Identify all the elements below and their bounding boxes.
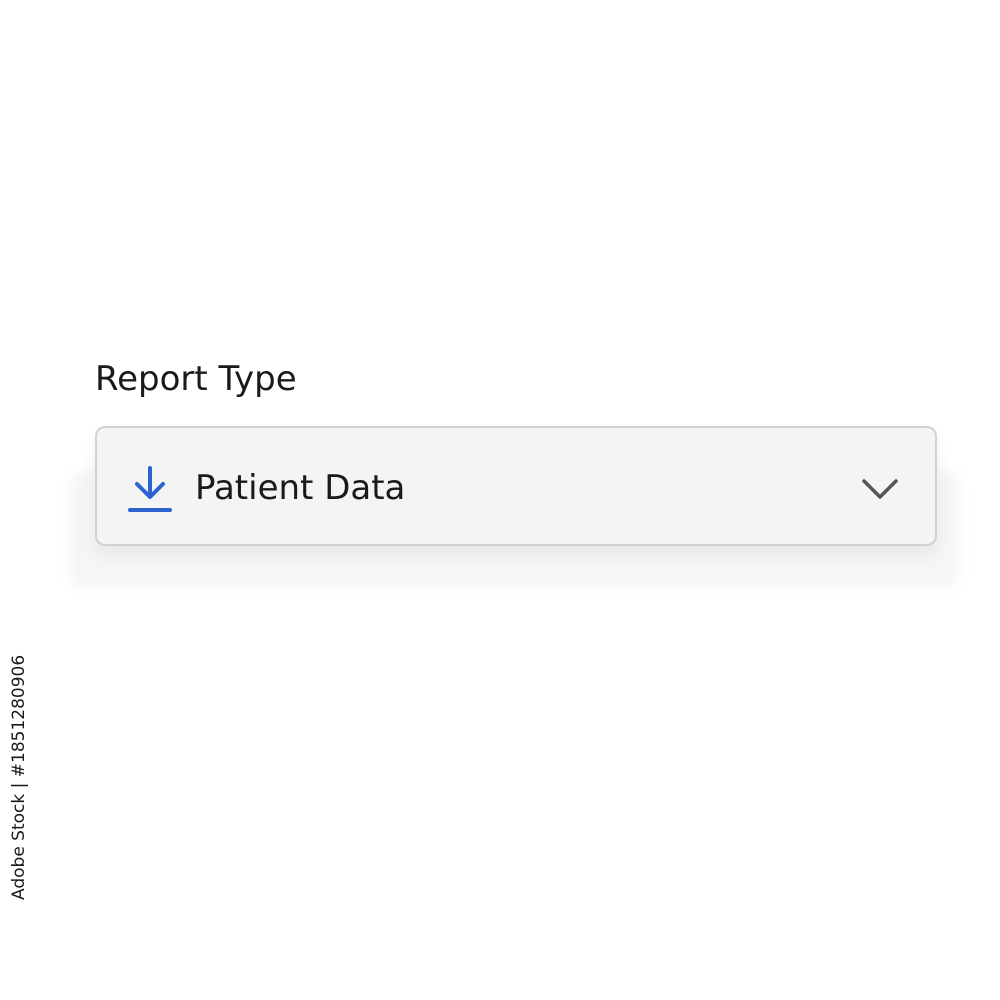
stock-id-watermark: Adobe Stock | #1851280906	[9, 654, 29, 900]
select-value: Patient Data	[195, 468, 406, 508]
report-type-label: Report Type	[95, 359, 297, 399]
report-type-select[interactable]: Patient Data	[95, 426, 937, 546]
chevron-down-icon[interactable]	[861, 476, 899, 502]
download-icon	[128, 466, 172, 512]
